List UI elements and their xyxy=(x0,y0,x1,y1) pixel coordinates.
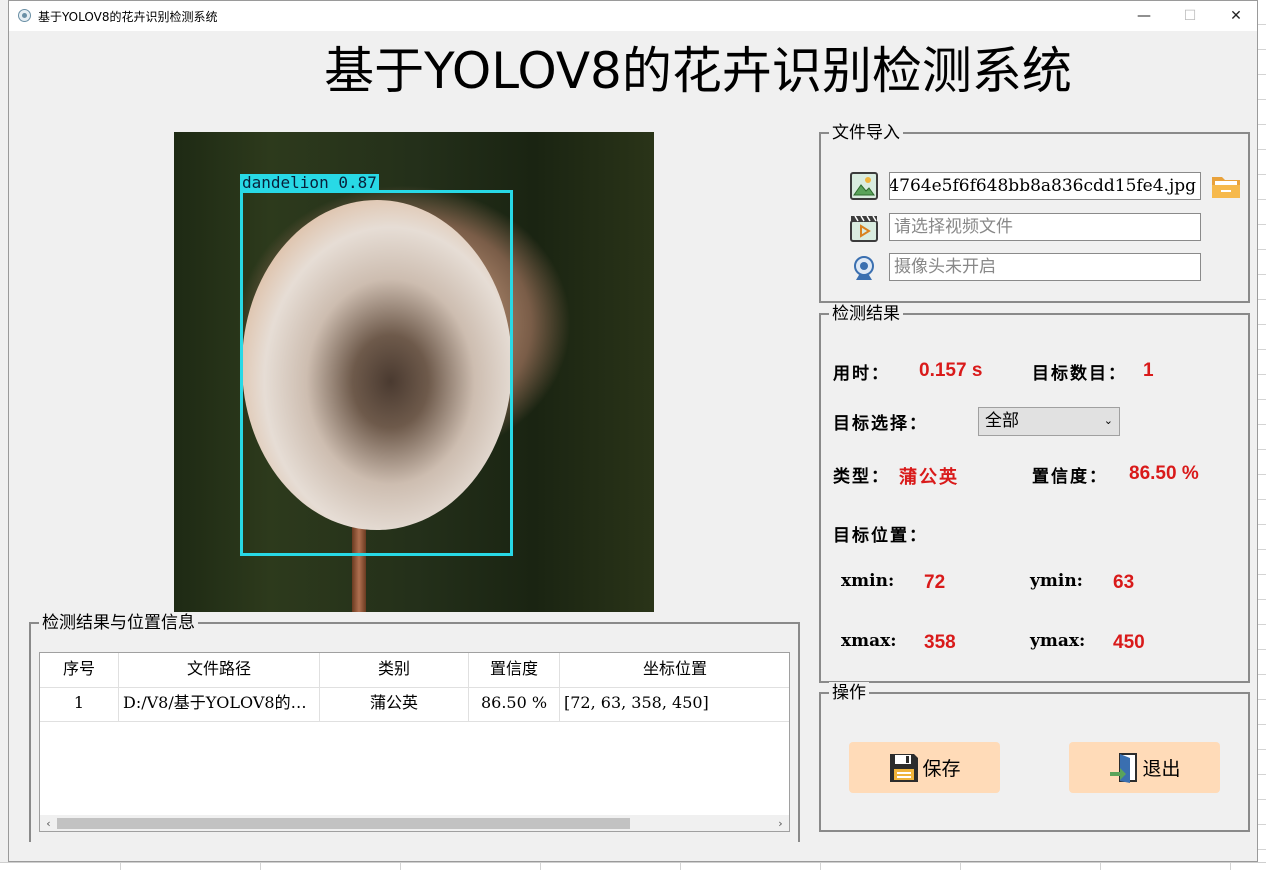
time-value: 0.157 s xyxy=(919,360,983,381)
confidence-label: 置信度： xyxy=(1032,467,1108,487)
table-row[interactable]: 1 D:/V8/基于YOLOV8的花卉识别检测系统/TestFiles/0047… xyxy=(40,687,789,722)
save-button[interactable]: 保存 xyxy=(849,742,1000,793)
xmax-value: 358 xyxy=(924,632,956,653)
app-window: 基于YOLOV8的花卉识别检测系统 — ☐ ✕ 基于YOLOV8的花卉识别检测系… xyxy=(8,0,1258,862)
confidence-value: 86.50 % xyxy=(1129,463,1199,484)
target-select-label: 目标选择： xyxy=(833,414,928,434)
ymin-value: 63 xyxy=(1113,572,1135,593)
cell-class: 蒲公英 xyxy=(320,687,469,721)
image-path-input[interactable]: D:/V8/基于YOLOV8的花卉识别检测系统/TestFiles/004764… xyxy=(889,172,1201,200)
floppy-disk-icon xyxy=(890,753,919,782)
result-table[interactable]: 序号 文件路径 类别 置信度 坐标位置 1 D:/V8/基于YOLOV8的花卉识… xyxy=(39,652,790,832)
count-label: 目标数目： xyxy=(1032,364,1127,384)
chevron-down-icon: ⌄ xyxy=(1103,414,1113,427)
detection-results-group: 检测结果 用时： 0.157 s 目标数目： 1 目标选择： 全部 ⌄ 类型： … xyxy=(819,303,1250,683)
horizontal-scrollbar[interactable]: ‹ › xyxy=(40,815,789,831)
time-label: 用时： xyxy=(833,364,890,384)
app-icon xyxy=(18,9,31,22)
type-value: 蒲公英 xyxy=(899,467,959,488)
detection-label: dandelion 0.87 xyxy=(240,173,379,192)
column-header-index[interactable]: 序号 xyxy=(40,653,119,687)
exit-button[interactable]: 退出 xyxy=(1069,742,1220,793)
count-value: 1 xyxy=(1143,360,1154,381)
column-header-position[interactable]: 坐标位置 xyxy=(560,653,789,687)
ymax-value: 450 xyxy=(1113,632,1145,653)
operations-group: 操作 保存 退出 xyxy=(819,682,1250,832)
detection-box xyxy=(240,190,513,556)
column-header-confidence[interactable]: 置信度 xyxy=(469,653,560,687)
camera-icon[interactable] xyxy=(850,254,878,282)
background-sheet-strip xyxy=(1258,0,1266,869)
file-import-legend: 文件导入 xyxy=(829,122,903,144)
image-icon[interactable] xyxy=(850,172,878,200)
target-select-dropdown[interactable]: 全部 ⌄ xyxy=(978,407,1120,436)
window-title: 基于YOLOV8的花卉识别检测系统 xyxy=(38,10,218,24)
page-title: 基于YOLOV8的花卉识别检测系统 xyxy=(324,42,1072,100)
xmin-label: xmin: xyxy=(841,571,895,591)
scroll-left-icon[interactable]: ‹ xyxy=(40,815,57,831)
video-path-input[interactable]: 请选择视频文件 xyxy=(889,213,1201,241)
ymax-label: ymax: xyxy=(1030,631,1086,651)
minimize-button[interactable]: — xyxy=(1121,1,1167,31)
table-legend: 检测结果与位置信息 xyxy=(39,612,198,634)
exit-button-label: 退出 xyxy=(1142,758,1181,780)
table-header: 序号 文件路径 类别 置信度 坐标位置 xyxy=(40,653,789,688)
xmin-value: 72 xyxy=(924,572,946,593)
exit-door-icon xyxy=(1110,752,1138,783)
operations-legend: 操作 xyxy=(829,682,869,704)
scroll-right-icon[interactable]: › xyxy=(772,815,789,831)
video-icon[interactable] xyxy=(850,214,878,242)
ymin-label: ymin: xyxy=(1030,571,1083,591)
image-path-value: D:/V8/基于YOLOV8的花卉识别检测系统/TestFiles/004764… xyxy=(889,176,1196,196)
cell-position: [72, 63, 358, 450] xyxy=(564,693,709,712)
column-header-path[interactable]: 文件路径 xyxy=(119,653,320,687)
image-preview: dandelion 0.87 xyxy=(174,132,654,612)
xmax-label: xmax: xyxy=(841,631,897,651)
cell-confidence: 86.50 % xyxy=(469,687,560,721)
target-select-value: 全部 xyxy=(985,411,1019,431)
position-label: 目标位置： xyxy=(833,526,928,546)
scrollbar-thumb[interactable] xyxy=(57,818,630,829)
type-label: 类型： xyxy=(833,467,890,487)
title-bar: 基于YOLOV8的花卉识别检测系统 — ☐ ✕ xyxy=(9,1,1257,31)
results-legend: 检测结果 xyxy=(829,303,903,325)
maximize-button[interactable]: ☐ xyxy=(1167,1,1213,31)
cell-path: D:/V8/基于YOLOV8的花卉识别检测系统/TestFiles/004764… xyxy=(119,687,320,721)
column-header-class[interactable]: 类别 xyxy=(320,653,469,687)
cell-index: 1 xyxy=(40,687,119,721)
save-button-label: 保存 xyxy=(922,758,961,780)
open-folder-icon[interactable] xyxy=(1210,172,1242,202)
close-button[interactable]: ✕ xyxy=(1213,1,1259,31)
camera-status-input[interactable]: 摄像头未开启 xyxy=(889,253,1201,281)
file-import-group: 文件导入 D:/V8/基于YOLOV8的花卉识别检测系统/TestFiles/0… xyxy=(819,122,1250,303)
